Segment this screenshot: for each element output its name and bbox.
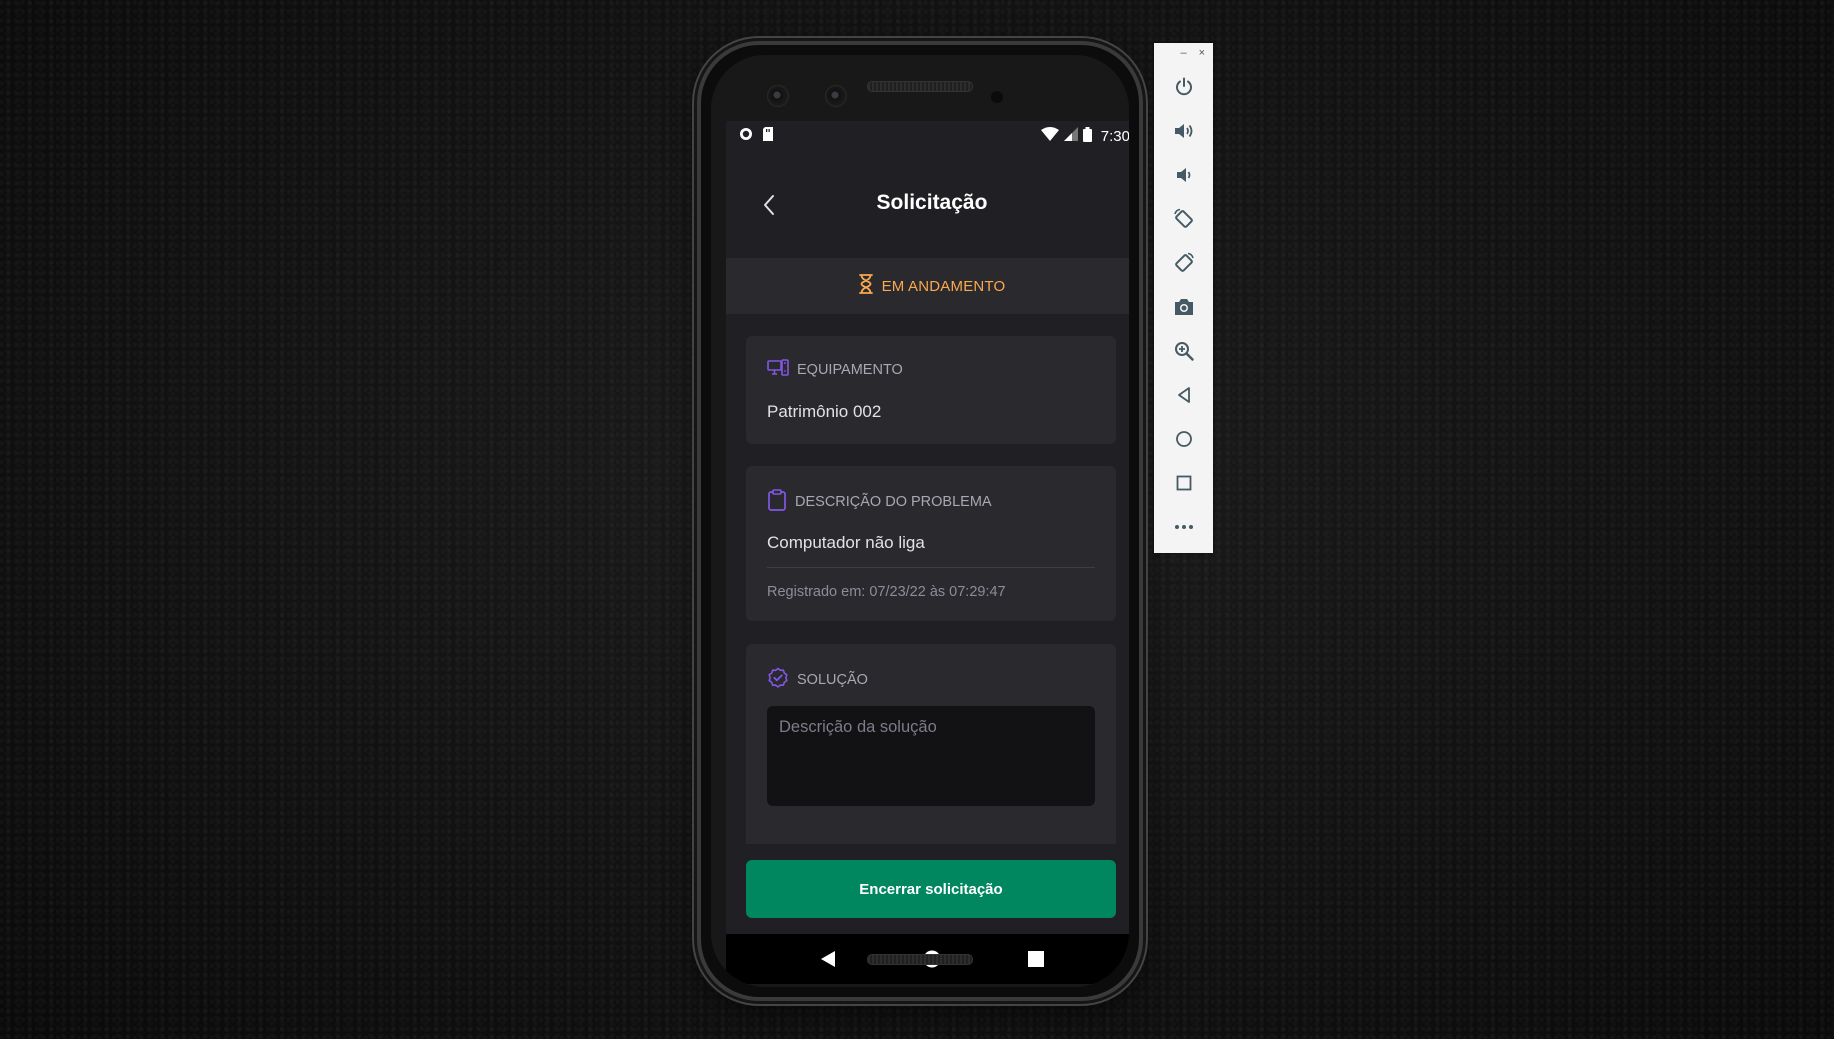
status-right-icons: 7:30	[1040, 126, 1129, 146]
solution-description-input[interactable]	[767, 706, 1095, 806]
solution-card-header: SOLUÇÃO	[767, 667, 868, 693]
page-title: Solicitação	[876, 191, 988, 214]
status-label: EM ANDAMENTO	[881, 277, 1006, 295]
problem-card: DESCRIÇÃO DO PROBLEMA Computador não lig…	[746, 466, 1116, 621]
zoom-in-icon	[1175, 342, 1194, 361]
problem-heading: DESCRIÇÃO DO PROBLEMA	[795, 494, 992, 510]
problem-card-header: DESCRIÇÃO DO PROBLEMA	[767, 489, 992, 515]
phone-frame: 7:30 Solicitação EM ANDAMENTO EQUIPAMENT…	[697, 41, 1143, 1001]
rotate-right-icon	[1175, 252, 1194, 272]
emulator-overview-button[interactable]	[1168, 467, 1200, 499]
zoom-button[interactable]	[1168, 335, 1200, 367]
earpiece-speaker	[867, 81, 973, 92]
footer: Encerrar solicitação	[726, 844, 1129, 934]
back-triangle-icon	[821, 951, 835, 967]
close-request-button[interactable]: Encerrar solicitação	[746, 860, 1116, 918]
screenshot-button[interactable]	[1168, 291, 1200, 323]
rotate-right-button[interactable]	[1168, 247, 1200, 279]
front-camera	[767, 85, 789, 107]
registered-timestamp: Registrado em: 07/23/22 às 07:29:47	[767, 584, 1006, 600]
solution-heading: SOLUÇÃO	[797, 672, 868, 688]
app-screen: 7:30 Solicitação EM ANDAMENTO EQUIPAMENT…	[726, 121, 1129, 934]
wifi-icon	[1040, 127, 1059, 145]
phone-bezel: 7:30 Solicitação EM ANDAMENTO EQUIPAMENT…	[711, 55, 1129, 987]
equipment-card: EQUIPAMENTO Patrimônio 002	[746, 336, 1116, 444]
more-button[interactable]	[1168, 511, 1200, 543]
minimize-button[interactable]: –	[1180, 47, 1186, 59]
recents-square-icon	[1028, 951, 1044, 967]
rotate-left-button[interactable]	[1168, 203, 1200, 235]
rotate-left-icon	[1174, 208, 1193, 228]
emulator-back-button[interactable]	[1168, 379, 1200, 411]
front-camera-secondary	[825, 85, 847, 107]
emulator-window-controls: – ×	[1180, 47, 1205, 59]
home-outline-icon	[1176, 431, 1192, 447]
problem-value: Computador não liga	[767, 533, 925, 552]
status-left-icons	[739, 127, 774, 145]
solution-card: SOLUÇÃO	[746, 644, 1116, 854]
equipment-heading: EQUIPAMENTO	[797, 362, 903, 378]
overview-outline-icon	[1176, 475, 1192, 491]
sd-card-icon	[762, 127, 774, 145]
volume-up-icon	[1175, 124, 1193, 138]
divider	[767, 567, 1095, 568]
emulator-toolbar: – ×	[1154, 43, 1213, 553]
power-icon	[1176, 77, 1192, 96]
volume-up-button[interactable]	[1168, 115, 1200, 147]
nav-back-button[interactable]	[808, 939, 848, 979]
equipment-card-header: EQUIPAMENTO	[767, 359, 903, 381]
nav-recents-button[interactable]	[1016, 939, 1056, 979]
battery-icon	[1082, 126, 1092, 146]
emulator-home-button[interactable]	[1168, 423, 1200, 455]
bottom-speaker	[867, 954, 973, 965]
status-bar: 7:30	[726, 121, 1129, 151]
power-button[interactable]	[1168, 71, 1200, 103]
more-dots-icon	[1175, 525, 1193, 529]
status-banner: EM ANDAMENTO	[726, 258, 1129, 314]
content-area: EQUIPAMENTO Patrimônio 002 DESCRIÇÃO DO …	[726, 314, 1129, 854]
app-header: Solicitação	[726, 151, 1129, 258]
desktop-device-icon	[767, 359, 789, 381]
proximity-sensor	[991, 91, 1003, 103]
signal-icon	[1063, 127, 1078, 145]
hourglass-icon	[858, 273, 873, 299]
record-icon	[739, 127, 753, 145]
status-time: 7:30	[1100, 127, 1129, 145]
verified-badge-icon	[767, 667, 789, 693]
equipment-value: Patrimônio 002	[767, 402, 882, 421]
close-button[interactable]: ×	[1199, 47, 1205, 59]
clipboard-icon	[767, 489, 787, 515]
volume-down-icon	[1177, 168, 1191, 182]
camera-icon	[1175, 299, 1193, 315]
back-outline-icon	[1178, 387, 1190, 403]
volume-down-button[interactable]	[1168, 159, 1200, 191]
